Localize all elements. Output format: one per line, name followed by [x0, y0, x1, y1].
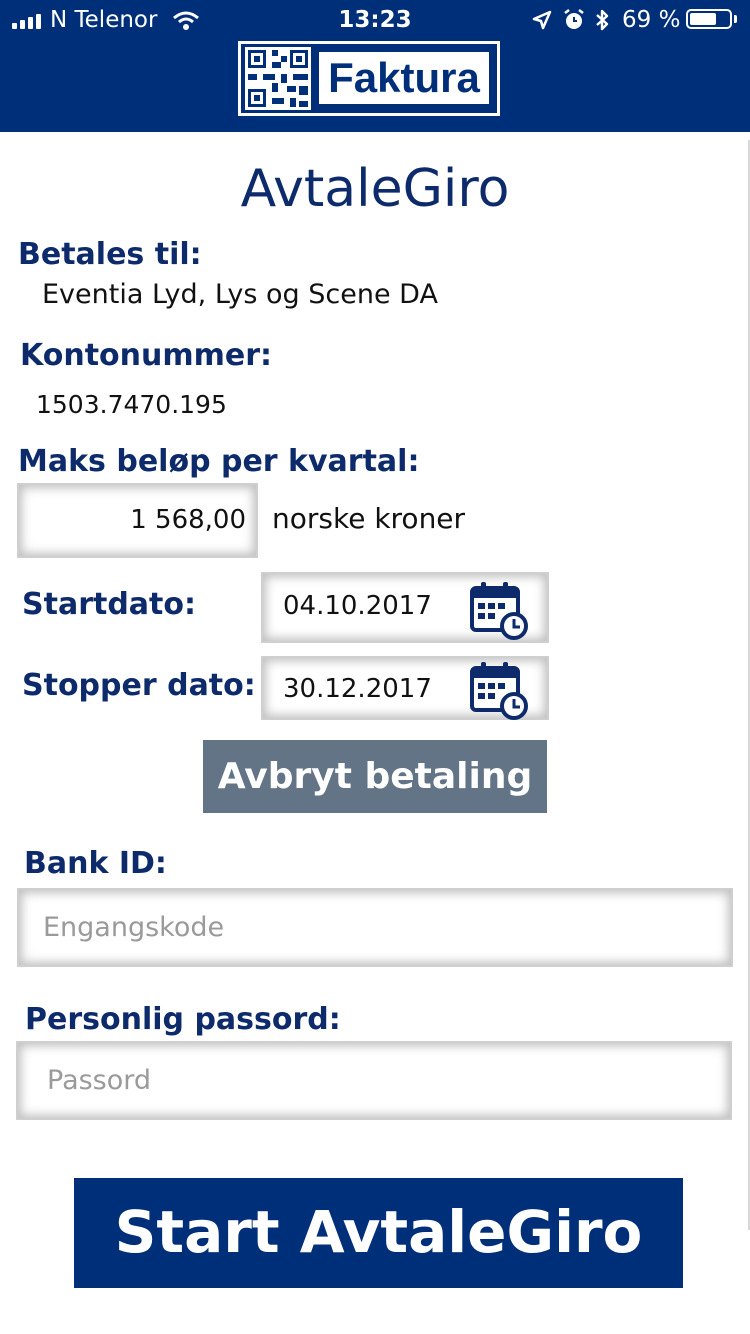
calendar-icon[interactable]: [469, 660, 531, 720]
calendar-icon[interactable]: [469, 580, 531, 640]
stop-date-label: Stopper dato:: [22, 668, 256, 703]
battery-icon: [686, 9, 732, 29]
start-date-input[interactable]: 04.10.2017: [261, 572, 549, 643]
stop-date-value: 30.12.2017: [283, 674, 432, 704]
bankid-label: Bank ID:: [24, 846, 167, 881]
start-date-value: 04.10.2017: [283, 591, 432, 621]
location-arrow-icon: [532, 10, 552, 30]
bankid-code-input[interactable]: [17, 888, 733, 967]
battery-tip: [734, 15, 737, 23]
password-input[interactable]: [16, 1041, 732, 1120]
start-avtalegiro-button[interactable]: Start AvtaleGiro: [74, 1178, 683, 1288]
max-amount-value: 1 568,00: [130, 505, 246, 535]
max-amount-label: Maks beløp per kvartal:: [18, 444, 420, 479]
account-value: 1503.7470.195: [36, 390, 227, 419]
currency-text: norske kroner: [272, 502, 466, 535]
logo-text: Faktura: [319, 52, 489, 104]
page-title: AvtaleGiro: [240, 159, 510, 219]
account-label: Kontonummer:: [20, 338, 273, 373]
start-date-label: Startdato:: [22, 587, 196, 622]
max-amount-input[interactable]: 1 568,00: [17, 483, 258, 558]
form-card: [0, 132, 750, 1334]
stop-date-input[interactable]: 30.12.2017: [261, 656, 549, 720]
battery-percent: 69 %: [622, 7, 681, 33]
payee-value: Eventia Lyd, Lys og Scene DA: [42, 279, 438, 310]
app-logo: Faktura: [238, 41, 500, 116]
payee-label: Betales til:: [18, 237, 202, 272]
cancel-payment-button[interactable]: Avbryt betaling: [203, 740, 547, 813]
qr-code-icon: [245, 47, 311, 110]
bluetooth-icon: [596, 9, 609, 31]
password-label: Personlig passord:: [25, 1002, 341, 1037]
alarm-icon: [564, 9, 584, 29]
